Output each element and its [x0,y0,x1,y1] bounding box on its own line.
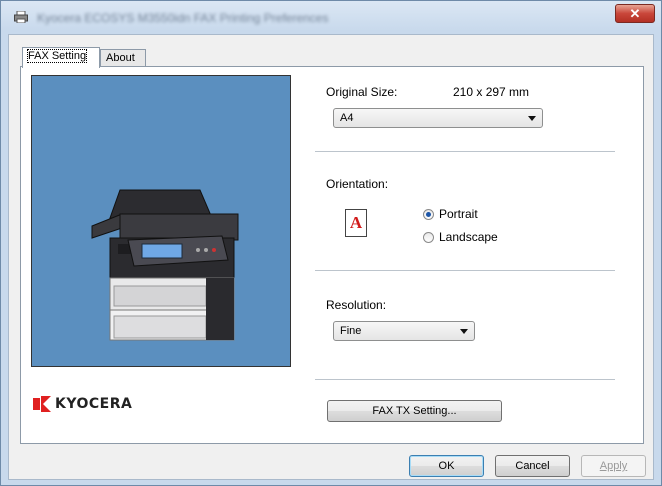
orientation-icon-letter: A [349,213,363,232]
printing-preferences-window: Kyocera ECOSYS M3550idn FAX Printing Pre… [0,0,662,486]
original-size-dimensions: 210 x 297 mm [453,85,530,99]
fax-tx-setting-button[interactable]: FAX TX Setting... [327,400,502,422]
tab-about-label: About [106,52,135,64]
window-title: Kyocera ECOSYS M3550idn FAX Printing Pre… [37,11,329,25]
tab-about[interactable]: About [100,49,146,67]
separator [315,151,615,152]
portrait-radio[interactable]: Portrait [423,207,478,221]
separator [315,379,615,380]
radio-unchecked-icon [423,231,434,243]
radio-checked-icon [423,208,434,220]
close-icon: ✕ [629,5,641,21]
original-size-value: A4 [340,112,354,124]
separator [315,270,615,271]
landscape-radio[interactable]: Landscape [423,230,498,244]
chevron-down-icon [528,116,536,121]
fax-tx-setting-label: FAX TX Setting... [372,405,457,417]
close-button[interactable]: ✕ [615,4,655,23]
kyocera-logo-text: KYOCERA [55,396,133,412]
orientation-label: Orientation: [326,177,389,191]
resolution-select[interactable]: Fine [333,321,475,341]
tab-fax-setting-label: FAX Setting [26,49,88,63]
chevron-down-icon [460,329,468,334]
apply-button[interactable]: Apply [581,455,646,477]
original-size-select[interactable]: A4 [333,108,543,128]
portrait-label: Portrait [439,207,478,221]
kyocera-logo: KYOCERA [33,396,132,412]
resolution-label: Resolution: [326,298,387,312]
cancel-label: Cancel [515,460,550,472]
apply-label: Apply [599,460,628,472]
portrait-orientation-icon: A [345,209,367,237]
original-size-label: Original Size: [326,85,398,99]
kyocera-mark-icon [33,396,51,412]
printer-illustration [91,189,239,341]
cancel-button[interactable]: Cancel [495,455,570,477]
landscape-label: Landscape [439,230,498,244]
dialog-client-area: FAX Setting About KYOCERA Original Size:… [8,34,654,480]
title-bar[interactable]: Kyocera ECOSYS M3550idn FAX Printing Pre… [1,1,661,35]
printer-icon [14,11,28,23]
printer-preview [31,75,291,367]
ok-label: OK [438,460,455,472]
ok-button[interactable]: OK [409,455,484,477]
tab-fax-setting[interactable]: FAX Setting [22,47,100,68]
resolution-value: Fine [340,325,362,337]
